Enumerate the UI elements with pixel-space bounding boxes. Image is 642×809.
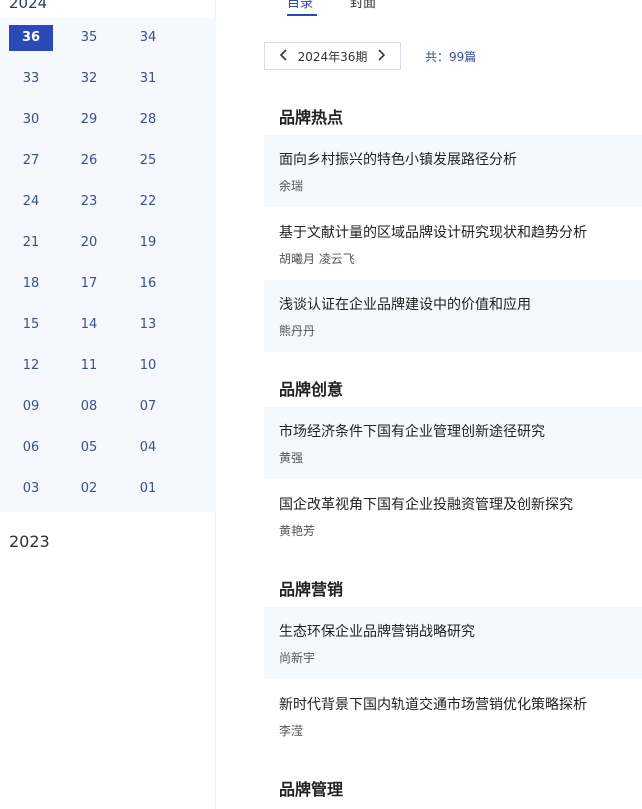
article-item[interactable]: 面向乡村振兴的特色小镇发展路径分析 余瑞 [264,135,642,207]
issue-02[interactable]: 02 [67,476,111,502]
issue-11[interactable]: 11 [67,353,111,379]
article-item[interactable]: 浅谈认证在企业品牌建设中的价值和应用 熊丹丹 [264,280,642,352]
article-title[interactable]: 生态环保企业品牌营销战略研究 [279,621,475,641]
chevron-right-icon[interactable] [376,48,386,64]
section-title: 品牌营销 [279,580,344,599]
article-author: 余瑞 [279,179,304,193]
tab-contents[interactable]: 目录 [287,0,313,11]
chevron-left-icon[interactable] [279,48,289,64]
article-title[interactable]: 面向乡村振兴的特色小镇发展路径分析 [279,149,517,169]
issue-23[interactable]: 23 [67,189,111,215]
year-label-2023[interactable]: 2023 [9,532,50,551]
tab-cover[interactable]: 封面 [350,0,376,11]
issue-sidebar: 2024 36 35 34 33 32 31 30 29 28 27 26 25 24 23 22 21 20 1… [0,0,216,809]
issue-20[interactable]: 20 [67,230,111,256]
issue-27[interactable]: 27 [9,148,53,174]
issue-03[interactable]: 03 [9,476,53,502]
issue-32[interactable]: 32 [67,66,111,92]
section-title: 品牌热点 [279,108,344,127]
issue-30[interactable]: 30 [9,107,53,133]
article-item[interactable]: 基于文献计量的区域品牌设计研究现状和趋势分析 胡曦月 凌云飞 [264,208,642,280]
article-title[interactable]: 浅谈认证在企业品牌建设中的价值和应用 [279,294,531,314]
section-title: 品牌创意 [279,380,344,399]
issue-navigator: 2024年36期 [264,42,401,70]
issue-24[interactable]: 24 [9,189,53,215]
issue-13[interactable]: 13 [126,312,170,338]
article-title[interactable]: 新时代背景下国内轨道交通市场营销优化策略探析 [279,694,587,714]
issue-14[interactable]: 14 [67,312,111,338]
issue-10[interactable]: 10 [126,353,170,379]
issue-25[interactable]: 25 [126,148,170,174]
issue-04[interactable]: 04 [126,435,170,461]
issue-12[interactable]: 12 [9,353,53,379]
issue-05[interactable]: 05 [67,435,111,461]
issue-09[interactable]: 09 [9,394,53,420]
issue-01[interactable]: 01 [126,476,170,502]
article-author: 黄艳芳 [279,524,316,538]
article-item[interactable]: 市场经济条件下国有企业管理创新途径研究 黄强 [264,407,642,479]
issue-31[interactable]: 31 [126,66,170,92]
issue-29[interactable]: 29 [67,107,111,133]
issue-21[interactable]: 21 [9,230,53,256]
issue-35[interactable]: 35 [67,25,111,51]
year-label-2024[interactable]: 2024 [9,0,47,12]
issue-18[interactable]: 18 [9,271,53,297]
article-title[interactable]: 国企改革视角下国有企业投融资管理及创新探究 [279,494,573,514]
article-author: 胡曦月 凌云飞 [279,252,355,266]
issue-36[interactable]: 36 [9,25,53,51]
issue-34[interactable]: 34 [126,25,170,51]
article-author: 黄强 [279,451,304,465]
article-title[interactable]: 市场经济条件下国有企业管理创新途径研究 [279,421,545,441]
issue-07[interactable]: 07 [126,394,170,420]
article-item[interactable]: 生态环保企业品牌营销战略研究 尚新宇 [264,607,642,679]
issue-label: 2024年36期 [297,49,368,64]
issue-16[interactable]: 16 [126,271,170,297]
article-author: 李滢 [279,724,304,738]
main-content: 目录 封面 2024年36期 共：99篇 品牌热点 面向乡村振兴的特色小镇发展路… [217,0,642,809]
issue-28[interactable]: 28 [126,107,170,133]
article-item[interactable]: 国企改革视角下国有企业投融资管理及创新探究 黄艳芳 [264,480,642,552]
active-tab-indicator [287,14,317,16]
article-count: 共：99篇 [425,50,477,64]
issue-26[interactable]: 26 [67,148,111,174]
article-author: 尚新宇 [279,651,316,665]
article-item[interactable]: 新时代背景下国内轨道交通市场营销优化策略探析 李滢 [264,680,642,752]
issue-33[interactable]: 33 [9,66,53,92]
issue-grid: 36 35 34 33 32 31 30 29 28 27 26 25 24 23 22 21 20 19 18 17… [0,18,216,512]
issue-17[interactable]: 17 [67,271,111,297]
issue-22[interactable]: 22 [126,189,170,215]
issue-06[interactable]: 06 [9,435,53,461]
article-title[interactable]: 基于文献计量的区域品牌设计研究现状和趋势分析 [279,222,587,242]
issue-08[interactable]: 08 [67,394,111,420]
issue-19[interactable]: 19 [126,230,170,256]
article-author: 熊丹丹 [279,324,316,338]
issue-15[interactable]: 15 [9,312,53,338]
section-title: 品牌管理 [279,780,344,799]
